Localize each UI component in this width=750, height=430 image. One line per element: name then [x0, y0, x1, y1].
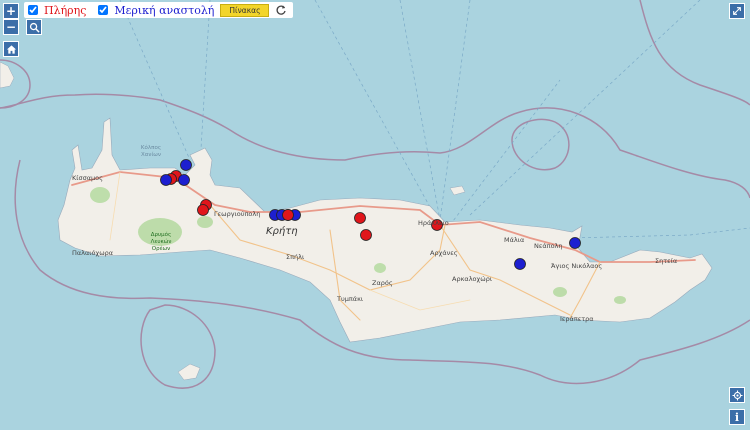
- fullscreen-icon: [732, 6, 742, 16]
- marker-full[interactable]: [197, 204, 209, 216]
- place-label-tympaki: Τυμπάκι: [337, 295, 364, 303]
- gavdos-island: [177, 363, 201, 381]
- layer-toolbar: Πλήρης Μερική αναστολή Πίνακας: [24, 2, 294, 18]
- place-label-spili: Σπήλι: [286, 253, 305, 261]
- full-label: Πλήρης: [44, 3, 87, 17]
- place-label-drymos: Δρυμός Λευκών Ορέων: [150, 232, 172, 252]
- zoom-out-button[interactable]: −: [3, 19, 19, 35]
- search-button[interactable]: [26, 19, 42, 35]
- peloponnese-edge: [0, 61, 15, 89]
- place-label-neapoli: Νεάπολη: [534, 242, 563, 250]
- map-canvas[interactable]: [0, 0, 750, 430]
- marker-partial[interactable]: [514, 258, 526, 270]
- place-label-palaiochora: Παλαιόχωρα: [72, 249, 114, 257]
- marker-full[interactable]: [282, 209, 294, 221]
- locate-button[interactable]: [729, 387, 745, 403]
- place-label-malia: Μάλια: [504, 236, 525, 244]
- marker-partial[interactable]: [160, 174, 172, 186]
- search-icon: [29, 22, 40, 33]
- table-button[interactable]: Πίνακας: [220, 3, 270, 17]
- info-button[interactable]: i: [729, 409, 745, 425]
- reload-icon[interactable]: [275, 4, 287, 16]
- info-icon: i: [734, 410, 740, 424]
- marker-partial[interactable]: [178, 174, 190, 186]
- partial-label: Μερική αναστολή: [114, 3, 215, 17]
- dia-island: [449, 185, 466, 196]
- place-label-archanes: Αρχάνες: [430, 249, 458, 257]
- place-label-kissamos: Κίσσαμος: [72, 174, 103, 182]
- locate-icon: [731, 389, 743, 401]
- home-button[interactable]: [3, 41, 19, 57]
- home-icon: [6, 44, 17, 55]
- marker-partial[interactable]: [180, 159, 192, 171]
- partial-checkbox[interactable]: [98, 5, 109, 15]
- place-label-heraklion: Ηράκλειο: [418, 219, 449, 227]
- place-label-kolpos: Κόλπος Χανίων: [140, 145, 162, 158]
- place-label-georgioupoli: Γεωργιούπολη: [214, 210, 261, 218]
- place-label-arkalochori: Αρκαλοχώρι: [452, 275, 493, 283]
- place-label-zaros: Ζαρός: [372, 279, 393, 287]
- place-label-siteia: Σητεία: [655, 257, 678, 265]
- marker-full[interactable]: [354, 212, 366, 224]
- marker-full[interactable]: [360, 229, 372, 241]
- place-label-agios-nikolaos: Άγιος Νικόλαος: [551, 262, 603, 270]
- place-label-ierapetra: Ιεράπετρα: [560, 315, 594, 323]
- fullscreen-button[interactable]: [729, 3, 745, 19]
- marker-partial[interactable]: [569, 237, 581, 249]
- zoom-in-button[interactable]: +: [3, 3, 19, 19]
- island-label: Κρήτη: [266, 226, 298, 237]
- full-checkbox[interactable]: [28, 5, 38, 15]
